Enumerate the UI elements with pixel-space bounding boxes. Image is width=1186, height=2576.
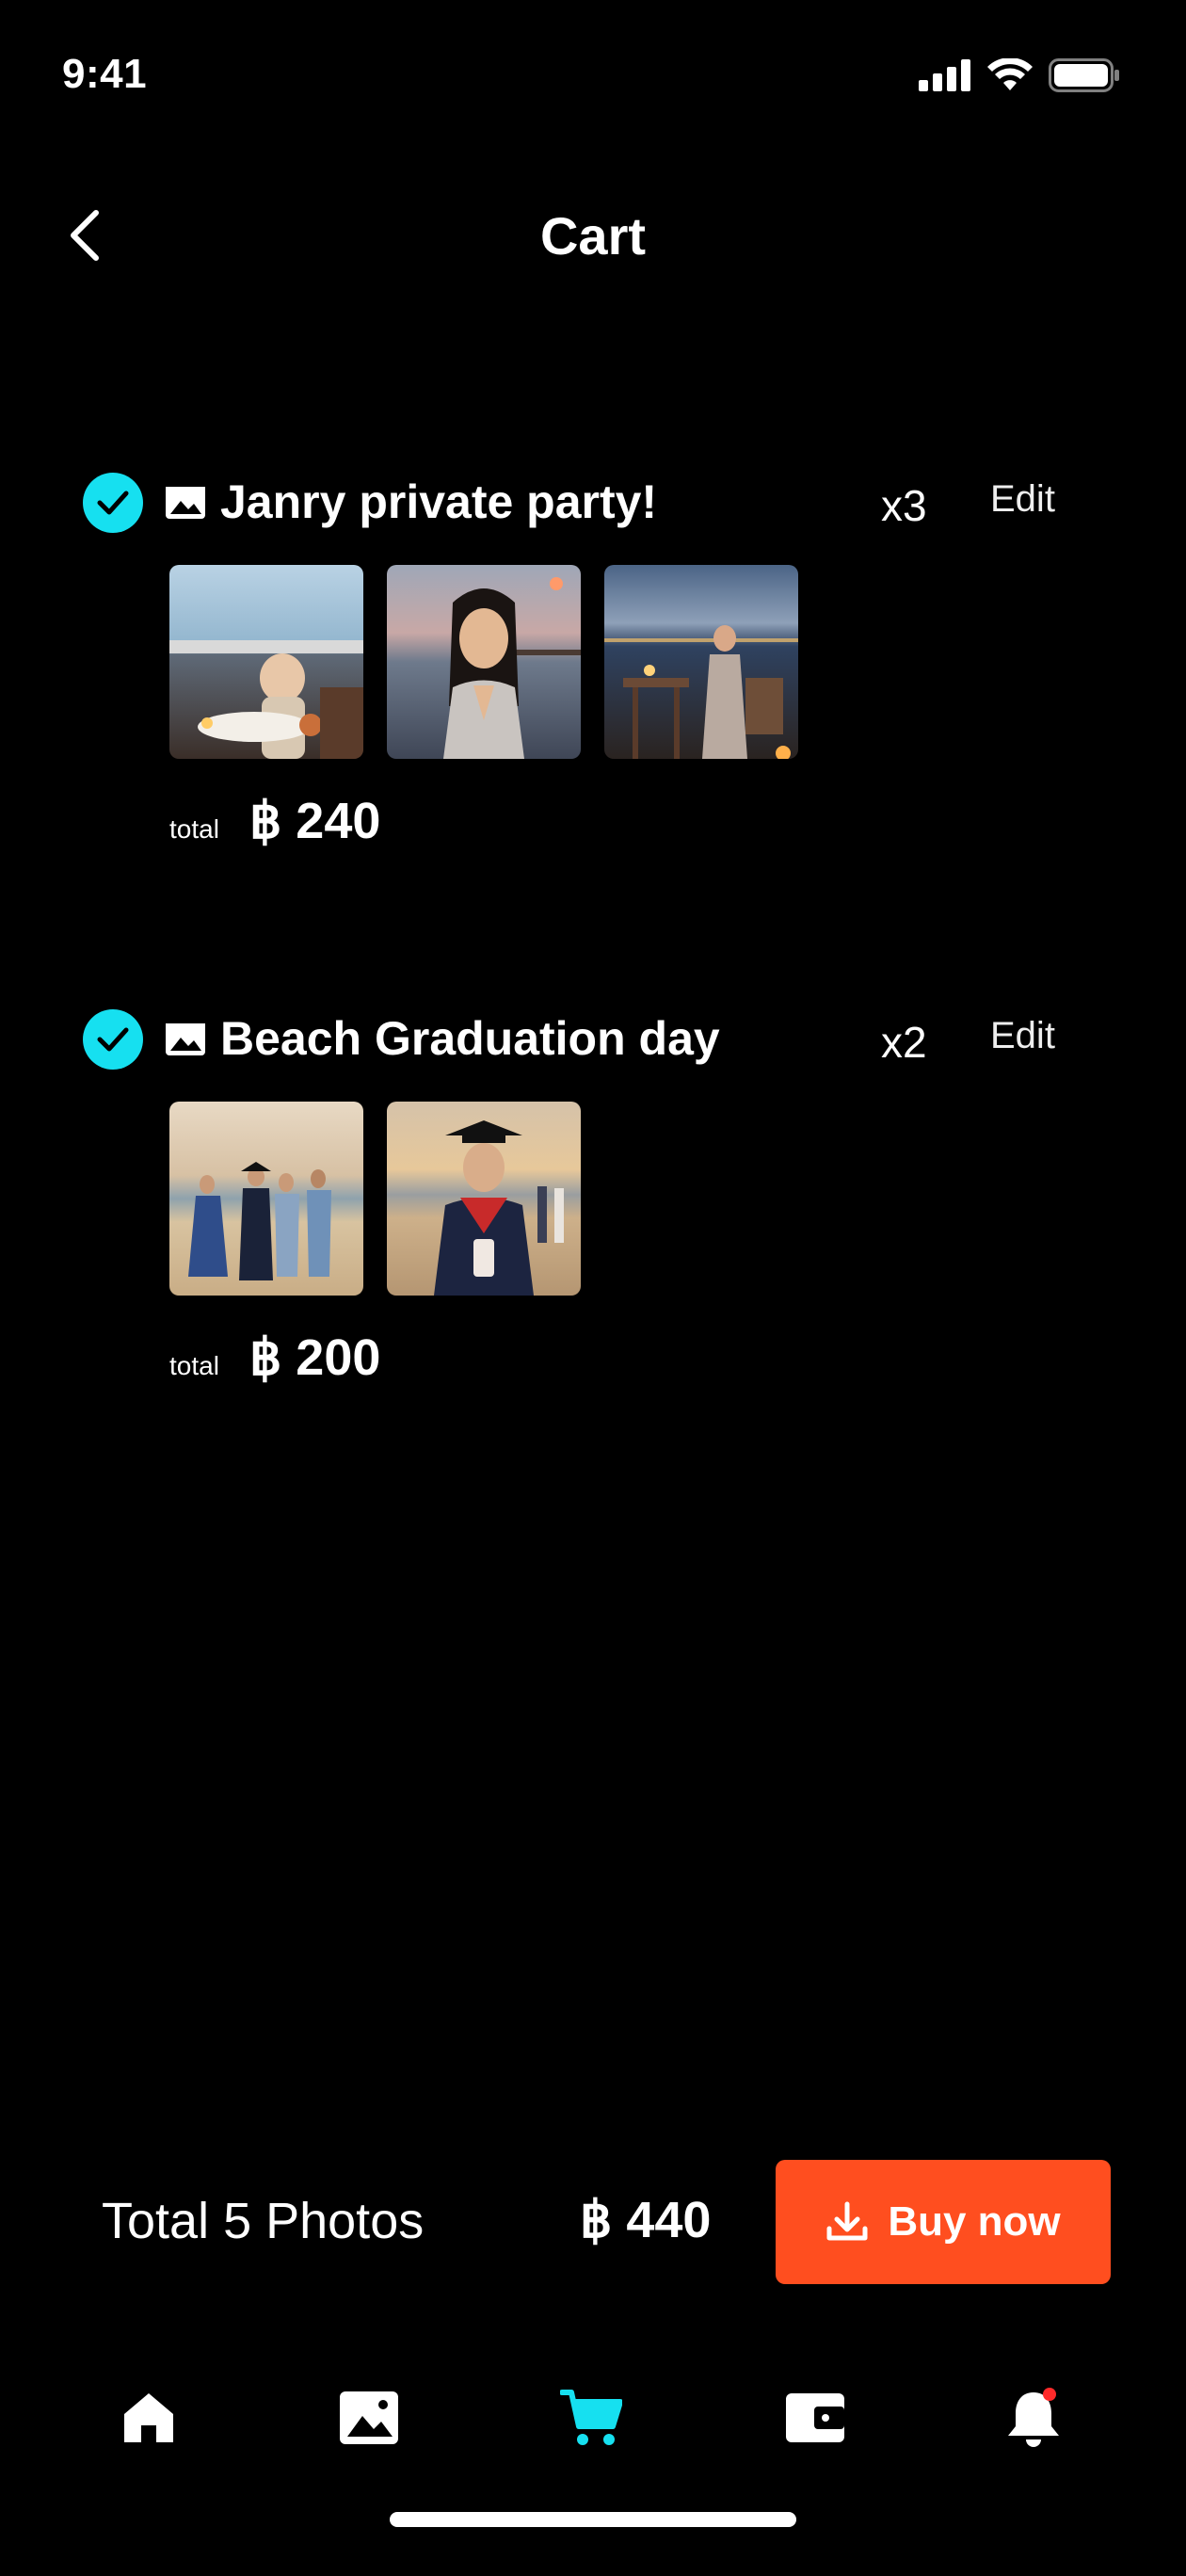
wifi-icon	[987, 58, 1033, 90]
cellular-signal-icon	[919, 59, 970, 91]
tab-bar	[0, 2373, 1186, 2457]
album-header: Beach Graduation day x2 Edit	[0, 998, 1186, 1083]
cart-summary: Total 5 Photos ฿ 440 Buy now	[0, 2160, 1186, 2284]
checkmark-icon	[97, 1027, 129, 1052]
bell-icon	[1008, 2388, 1059, 2447]
photo-thumbnail[interactable]	[169, 565, 363, 759]
album-title: Janry private party!	[220, 475, 658, 528]
album-edit-button[interactable]: Edit	[990, 1015, 1055, 1057]
album-quantity: x2	[881, 1018, 927, 1067]
image-icon	[166, 1023, 205, 1055]
battery-icon	[1049, 58, 1119, 92]
album-total-label: total	[169, 814, 219, 844]
album-title: Beach Graduation day	[220, 1012, 720, 1065]
photo-thumbnail[interactable]	[387, 1102, 581, 1296]
home-indicator	[390, 2512, 796, 2527]
summary-amount: ฿ 440	[580, 2192, 712, 2248]
album-total: total ฿ 240	[169, 791, 380, 850]
tab-wallet[interactable]	[777, 2380, 853, 2455]
tab-home[interactable]	[111, 2380, 186, 2455]
download-icon	[826, 2201, 868, 2241]
nav-bar: Cart	[0, 188, 1186, 282]
status-icons	[919, 58, 1120, 92]
album-total-label: total	[169, 1351, 219, 1380]
cart-album: Beach Graduation day x2 Edit total ฿ 200	[0, 998, 1186, 1386]
status-bar: 9:41	[0, 0, 1186, 160]
buy-now-label: Buy now	[888, 2198, 1061, 2245]
album-thumbnails	[169, 565, 798, 759]
status-time: 9:41	[62, 51, 148, 97]
gallery-icon	[340, 2391, 398, 2444]
album-select-checkbox[interactable]	[83, 473, 143, 533]
album-edit-button[interactable]: Edit	[990, 478, 1055, 521]
buy-now-button[interactable]: Buy now	[776, 2160, 1111, 2284]
image-icon	[166, 487, 205, 519]
album-select-checkbox[interactable]	[83, 1009, 143, 1070]
photo-thumbnail[interactable]	[604, 565, 798, 759]
wallet-icon	[786, 2393, 844, 2442]
tab-gallery[interactable]	[331, 2380, 407, 2455]
album-thumbnails	[169, 1102, 581, 1296]
album-header: Janry private party! x3 Edit	[0, 461, 1186, 546]
album-quantity: x3	[881, 481, 927, 530]
tab-cart[interactable]	[553, 2380, 629, 2455]
cart-screen: 9:41 Cart Janry private party! x3 Edit t…	[0, 0, 1186, 2576]
cart-album: Janry private party! x3 Edit total ฿ 240	[0, 461, 1186, 849]
checkmark-icon	[97, 491, 129, 515]
album-total-value: ฿ 240	[248, 793, 381, 849]
tab-notifications[interactable]	[996, 2380, 1071, 2455]
summary-label: Total 5 Photos	[102, 2193, 425, 2249]
photo-thumbnail[interactable]	[169, 1102, 363, 1296]
album-total-value: ฿ 200	[248, 1329, 381, 1386]
page-title: Cart	[539, 206, 647, 266]
photo-thumbnail[interactable]	[387, 565, 581, 759]
home-icon	[124, 2393, 173, 2442]
cart-icon	[560, 2390, 622, 2445]
album-total: total ฿ 200	[169, 1328, 380, 1387]
